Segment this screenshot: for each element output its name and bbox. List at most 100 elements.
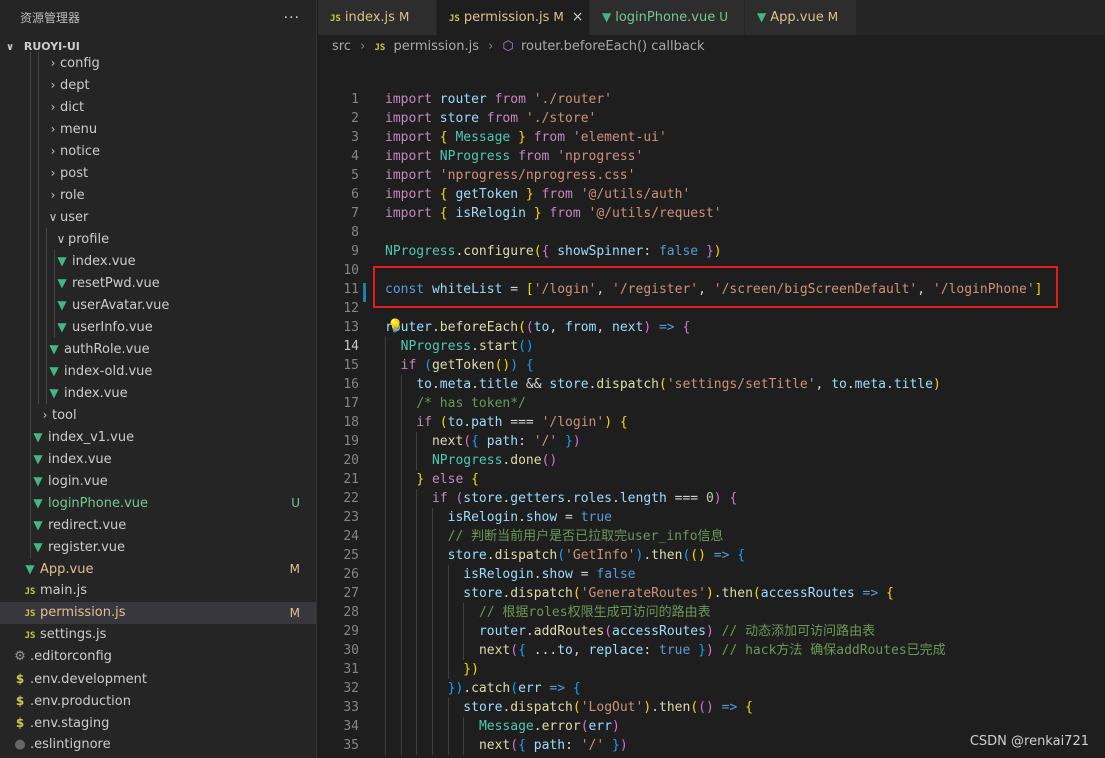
code-line[interactable]: 20 NProgress.done() <box>318 451 1105 470</box>
code-line[interactable]: 3 import { Message } from 'element-ui' <box>318 128 1105 147</box>
code-line[interactable]: 33 store.dispatch('LogOut').then(() => { <box>318 698 1105 717</box>
code-line[interactable]: 4 import NProgress from 'nprogress' <box>318 147 1105 166</box>
code-editor[interactable]: 1 import router from './router' 2 import st… <box>318 59 1105 758</box>
code-line[interactable]: 5 import 'nprogress/nprogress.css' <box>318 166 1105 185</box>
code-line[interactable]: 2 import store from './store' <box>318 109 1105 128</box>
code-line[interactable]: 23 isRelogin.show = true <box>318 508 1105 527</box>
code-token: { <box>439 187 448 202</box>
code-text: if (getToken()) { <box>401 356 534 375</box>
tree-file[interactable]: ▼ index-old.vue <box>0 360 316 382</box>
code-line[interactable]: 29 router.addRoutes(accessRoutes) // 动态添加… <box>318 622 1105 641</box>
code-line[interactable]: 8 <box>318 223 1105 242</box>
code-token: = <box>557 510 581 525</box>
tab-loginphone-vue[interactable]: ▼ loginPhone.vue U <box>590 0 745 35</box>
tree-item-label: role <box>60 188 85 203</box>
tree-folder[interactable]: › tool <box>0 404 316 426</box>
code-line[interactable]: 32}).catch(err => { <box>318 679 1105 698</box>
indent-guide <box>416 660 418 679</box>
indent-guide <box>400 736 402 755</box>
tree-file[interactable]: ▼ App.vue M <box>0 558 316 580</box>
code-line[interactable]: 12 <box>318 299 1105 318</box>
tree-file[interactable]: ▼ userInfo.vue <box>0 316 316 338</box>
code-line[interactable]: 17 /* has token*/ <box>318 394 1105 413</box>
tree-file[interactable]: ▼ index_v1.vue <box>0 426 316 448</box>
code-line[interactable]: 31}) <box>318 660 1105 679</box>
tab-app-vue[interactable]: ▼ App.vue M <box>745 0 857 35</box>
code-line[interactable]: 16 to.meta.title && store.dispatch('setti… <box>318 375 1105 394</box>
code-line[interactable]: 14 NProgress.start() <box>318 337 1105 356</box>
more-actions-icon[interactable]: ··· <box>284 0 300 36</box>
code-token: done <box>510 453 542 468</box>
indent-guide <box>416 546 418 565</box>
code-token: whiteList <box>431 282 503 297</box>
tree-folder[interactable]: › menu <box>0 118 316 140</box>
tree-file[interactable]: ▼ userAvatar.vue <box>0 294 316 316</box>
vue-file-icon: ▼ <box>33 430 43 444</box>
code-token: ( <box>580 719 589 734</box>
code-token: = <box>572 567 597 582</box>
code-line[interactable]: 18 if (to.path === '/login') { <box>318 413 1105 432</box>
close-icon[interactable]: × <box>572 9 584 25</box>
tree-item-label: redirect.vue <box>48 518 127 533</box>
tree-file[interactable]: $ .env.staging <box>0 712 316 734</box>
code-line[interactable]: 10 <box>318 261 1105 280</box>
tree-folder[interactable]: › dept <box>0 74 316 96</box>
tree-file[interactable]: $ .env.development <box>0 668 316 690</box>
code-line[interactable]: 9 NProgress.configure({ showSpinner: fals… <box>318 242 1105 261</box>
tree-file[interactable]: JS main.js <box>0 580 316 602</box>
code-line[interactable]: 22 if (store.getters.roles.length === 0) … <box>318 489 1105 508</box>
code-line[interactable]: 27 store.dispatch('GenerateRoutes').then(… <box>318 584 1105 603</box>
tree-item-label: index.vue <box>48 452 112 467</box>
indent-guide <box>463 603 465 622</box>
tree-file[interactable]: JS permission.js M <box>0 602 316 624</box>
breadcrumb-folder[interactable]: src <box>332 39 351 54</box>
code-line[interactable]: 26 isRelogin.show = false <box>318 565 1105 584</box>
tree-folder[interactable]: › role <box>0 184 316 206</box>
tree-folder[interactable]: › notice <box>0 140 316 162</box>
code-token: ) <box>619 738 628 753</box>
tree-file[interactable]: ▼ authRole.vue <box>0 338 316 360</box>
code-line[interactable]: 15 if (getToken()) { <box>318 356 1105 375</box>
code-token: dispatch <box>510 700 573 715</box>
code-line[interactable]: 25 store.dispatch('GetInfo').then(() => { <box>318 546 1105 565</box>
tree-file[interactable]: JS settings.js <box>0 624 316 646</box>
tree-file[interactable]: ▼ login.vue <box>0 470 316 492</box>
tab-permission-js[interactable]: JS permission.js M × <box>437 0 590 35</box>
tree-file[interactable]: ▼ register.vue <box>0 536 316 558</box>
code-line[interactable]: 28 // 根据roles权限生成可访问的路由表 <box>318 603 1105 622</box>
code-line[interactable]: 1 import router from './router' <box>318 90 1105 109</box>
indent-guide <box>416 527 418 546</box>
tree-file[interactable]: ▼ index.vue <box>0 448 316 470</box>
code-line[interactable]: 19 next({ path: '/' }) <box>318 432 1105 451</box>
code-line[interactable]: 30 next({ ...to, replace: true }) // hack… <box>318 641 1105 660</box>
code-line[interactable]: 11 const whiteList = ['/login', '/registe… <box>318 280 1105 299</box>
tree-file[interactable]: ▼ index.vue <box>0 250 316 272</box>
code-line[interactable]: 21} else { <box>318 470 1105 489</box>
breadcrumb-symbol[interactable]: router.beforeEach() callback <box>521 39 705 54</box>
code-text: next({ ...to, replace: true }) // hack方法… <box>479 641 946 660</box>
code-line[interactable]: 13 router.beforeEach((to, from, next) => … <box>318 318 1105 337</box>
tree-folder[interactable]: › dict <box>0 96 316 118</box>
tree-folder[interactable]: › config <box>0 52 316 74</box>
tab-index-js[interactable]: JS index.js M <box>318 0 437 35</box>
tree-file[interactable]: ▼ resetPwd.vue <box>0 272 316 294</box>
lightbulb-icon[interactable]: 💡 <box>387 319 403 334</box>
tree-file[interactable]: ▼ index.vue <box>0 382 316 404</box>
code-token: import <box>385 187 432 202</box>
breadcrumb-file[interactable]: permission.js <box>393 39 479 54</box>
tree-folder[interactable]: ∨ profile <box>0 228 316 250</box>
tree-file[interactable]: ⚙ .editorconfig <box>0 646 316 668</box>
tab-label: permission.js <box>463 10 550 25</box>
code-line[interactable]: 7 import { isRelogin } from '@/utils/requ… <box>318 204 1105 223</box>
tree-folder[interactable]: › post <box>0 162 316 184</box>
tree-file[interactable]: ▼ loginPhone.vue U <box>0 492 316 514</box>
tree-file[interactable]: $ .env.production <box>0 690 316 712</box>
code-line[interactable]: 24 // 判断当前用户是否已拉取完user_info信息 <box>318 527 1105 546</box>
tree-folder[interactable]: ∨ user <box>0 206 316 228</box>
tree-file[interactable]: ▼ redirect.vue <box>0 514 316 536</box>
code-line[interactable]: 6 import { getToken } from '@/utils/auth' <box>318 185 1105 204</box>
tree-file[interactable]: ● .eslintignore <box>0 734 316 756</box>
